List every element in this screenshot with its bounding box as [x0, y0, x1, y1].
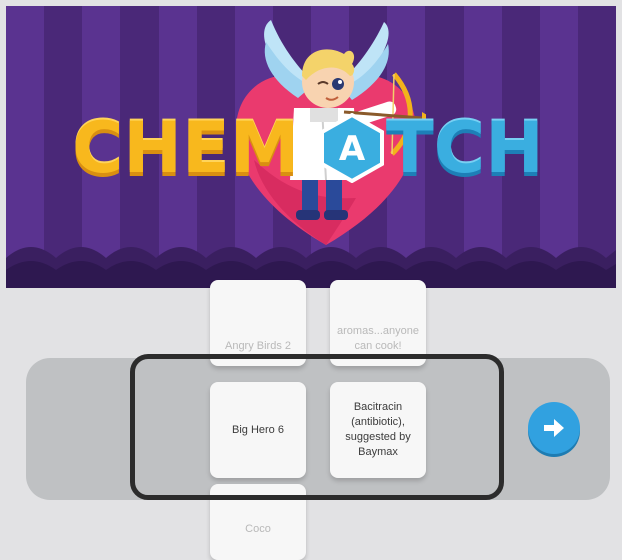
- matching-area: Angry Birds 2 Big Hero 6 Coco aromas...a…: [0, 280, 622, 560]
- logo-letter: M: [229, 107, 300, 189]
- title-banner: C H E M A T C H: [6, 6, 616, 288]
- logo-letter: A: [339, 129, 366, 169]
- logo-letter: H: [485, 107, 544, 189]
- arrow-right-icon: [544, 419, 564, 437]
- card-label: aromas...anyone can cook!: [337, 325, 419, 352]
- logo-chem: C H E M: [72, 107, 300, 189]
- logo-letter: C: [433, 107, 485, 189]
- logo-match: A T C H: [320, 107, 544, 189]
- next-button[interactable]: [528, 402, 580, 454]
- logo-letter: H: [123, 107, 182, 189]
- card-label: Angry Birds 2: [224, 340, 292, 352]
- logo-hexagon-a-icon: A: [320, 113, 384, 183]
- match-selection-frame: [130, 354, 504, 500]
- curtain-scallop-edge: [6, 247, 616, 288]
- card-label: Coco: [245, 523, 271, 535]
- logo-letter: E: [181, 107, 230, 189]
- logo-letter: C: [72, 107, 123, 189]
- logo-letter: T: [386, 107, 434, 189]
